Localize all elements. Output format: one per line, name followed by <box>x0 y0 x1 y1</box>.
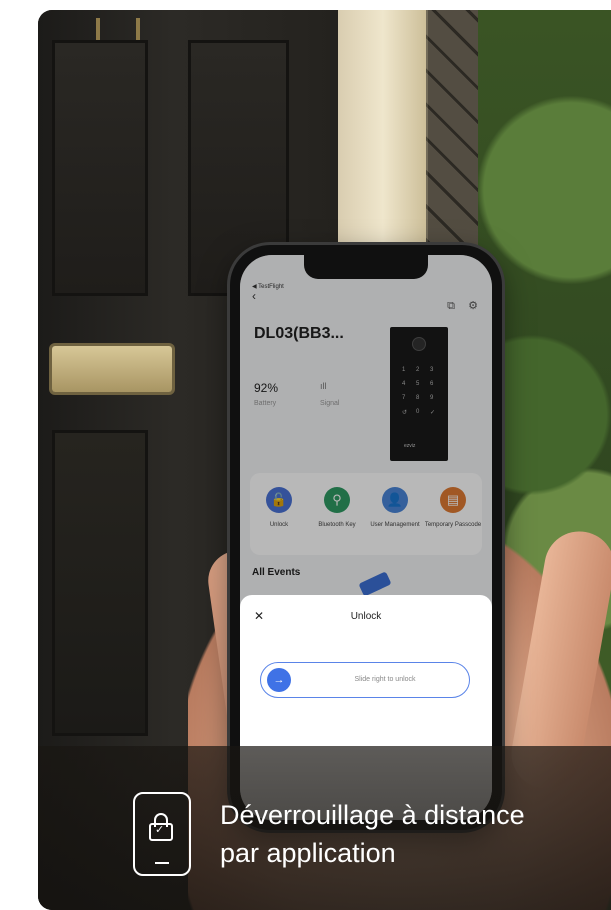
check-icon: ✓ <box>155 824 165 836</box>
mail-slot <box>52 346 172 392</box>
door-panel <box>52 40 148 296</box>
keypad-key: ↺ <box>402 410 408 416</box>
keypad-key: 1 <box>402 367 406 373</box>
temporary-passcode-action[interactable]: ▤ Temporary Passcode <box>424 487 482 529</box>
caption-band: ✓ Déverrouillage à distance par applicat… <box>38 746 611 910</box>
battery-label: Battery <box>254 400 277 407</box>
settings-gear-icon[interactable]: ⚙ <box>466 299 480 313</box>
all-events-title[interactable]: All Events <box>252 567 300 578</box>
phone-lock-icon: ✓ <box>133 792 191 876</box>
keypad-key: 3 <box>430 367 434 373</box>
unlock-action[interactable]: 🔓 Unlock <box>250 487 308 529</box>
keypad-key: 9 <box>430 395 434 401</box>
phone-home-bar <box>155 862 169 864</box>
action-bar: 🔓 Unlock ⚲ Bluetooth Key 👤 User Manageme… <box>250 473 482 555</box>
smartphone: ◀ TestFlight ‹ ⧉ ⚙ DL03(BB3... 92% Batte… <box>230 245 502 830</box>
caption-line-2: par application <box>220 838 396 868</box>
arrow-right-icon[interactable]: → <box>267 668 291 692</box>
caption-text: Déverrouillage à distance par applicatio… <box>220 796 611 872</box>
signal-icon: ıll <box>320 381 327 391</box>
testflight-label[interactable]: ◀ TestFlight <box>252 283 284 290</box>
phone-notch <box>304 255 428 279</box>
user-management-action[interactable]: 👤 User Management <box>366 487 424 529</box>
keypad-key: 7 <box>402 395 406 401</box>
lock-brand: ezviz <box>404 443 416 449</box>
door-panel <box>52 430 148 736</box>
keypad-key: 6 <box>430 381 434 387</box>
share-icon[interactable]: ⧉ <box>444 299 458 313</box>
user-management-label: User Management <box>370 522 420 528</box>
bluetooth-key-icon: ⚲ <box>324 487 350 513</box>
keypad-key: 0 <box>416 409 420 415</box>
bluetooth-key-label: Bluetooth Key <box>318 522 356 528</box>
slider-hint: Slide right to unlock <box>354 676 416 683</box>
keypad-key: 4 <box>402 381 406 387</box>
user-icon: 👤 <box>382 487 408 513</box>
phone-screen: ◀ TestFlight ‹ ⧉ ⚙ DL03(BB3... 92% Batte… <box>240 255 492 820</box>
sheet-title: Unlock <box>350 611 382 622</box>
battery-value: 92% <box>254 381 279 395</box>
passcode-icon: ▤ <box>440 487 466 513</box>
feature-card: ◀ TestFlight ‹ ⧉ ⚙ DL03(BB3... 92% Batte… <box>38 10 611 910</box>
keypad-key: ✓ <box>430 410 436 416</box>
keypad-key: 8 <box>416 395 420 401</box>
caption-line-1: Déverrouillage à distance <box>220 800 525 830</box>
unlock-action-label: Unlock <box>269 522 289 528</box>
unlock-icon: 🔓 <box>266 487 292 513</box>
bluetooth-key-action[interactable]: ⚲ Bluetooth Key <box>308 487 366 529</box>
back-chevron-icon[interactable]: ‹ <box>252 289 256 303</box>
keypad-key: 5 <box>416 381 420 387</box>
temporary-passcode-label: Temporary Passcode <box>424 522 482 528</box>
signal-label: Signal <box>320 400 340 407</box>
lock-fingerprint-sensor <box>412 337 426 351</box>
keypad-key: 2 <box>416 367 420 373</box>
smart-lock-image: 1 2 3 4 5 6 7 8 9 ↺ 0 ✓ ezviz <box>390 327 448 461</box>
device-name: DL03(BB3... <box>254 325 344 342</box>
slide-to-unlock-slider[interactable]: → Slide right to unlock <box>260 662 470 698</box>
